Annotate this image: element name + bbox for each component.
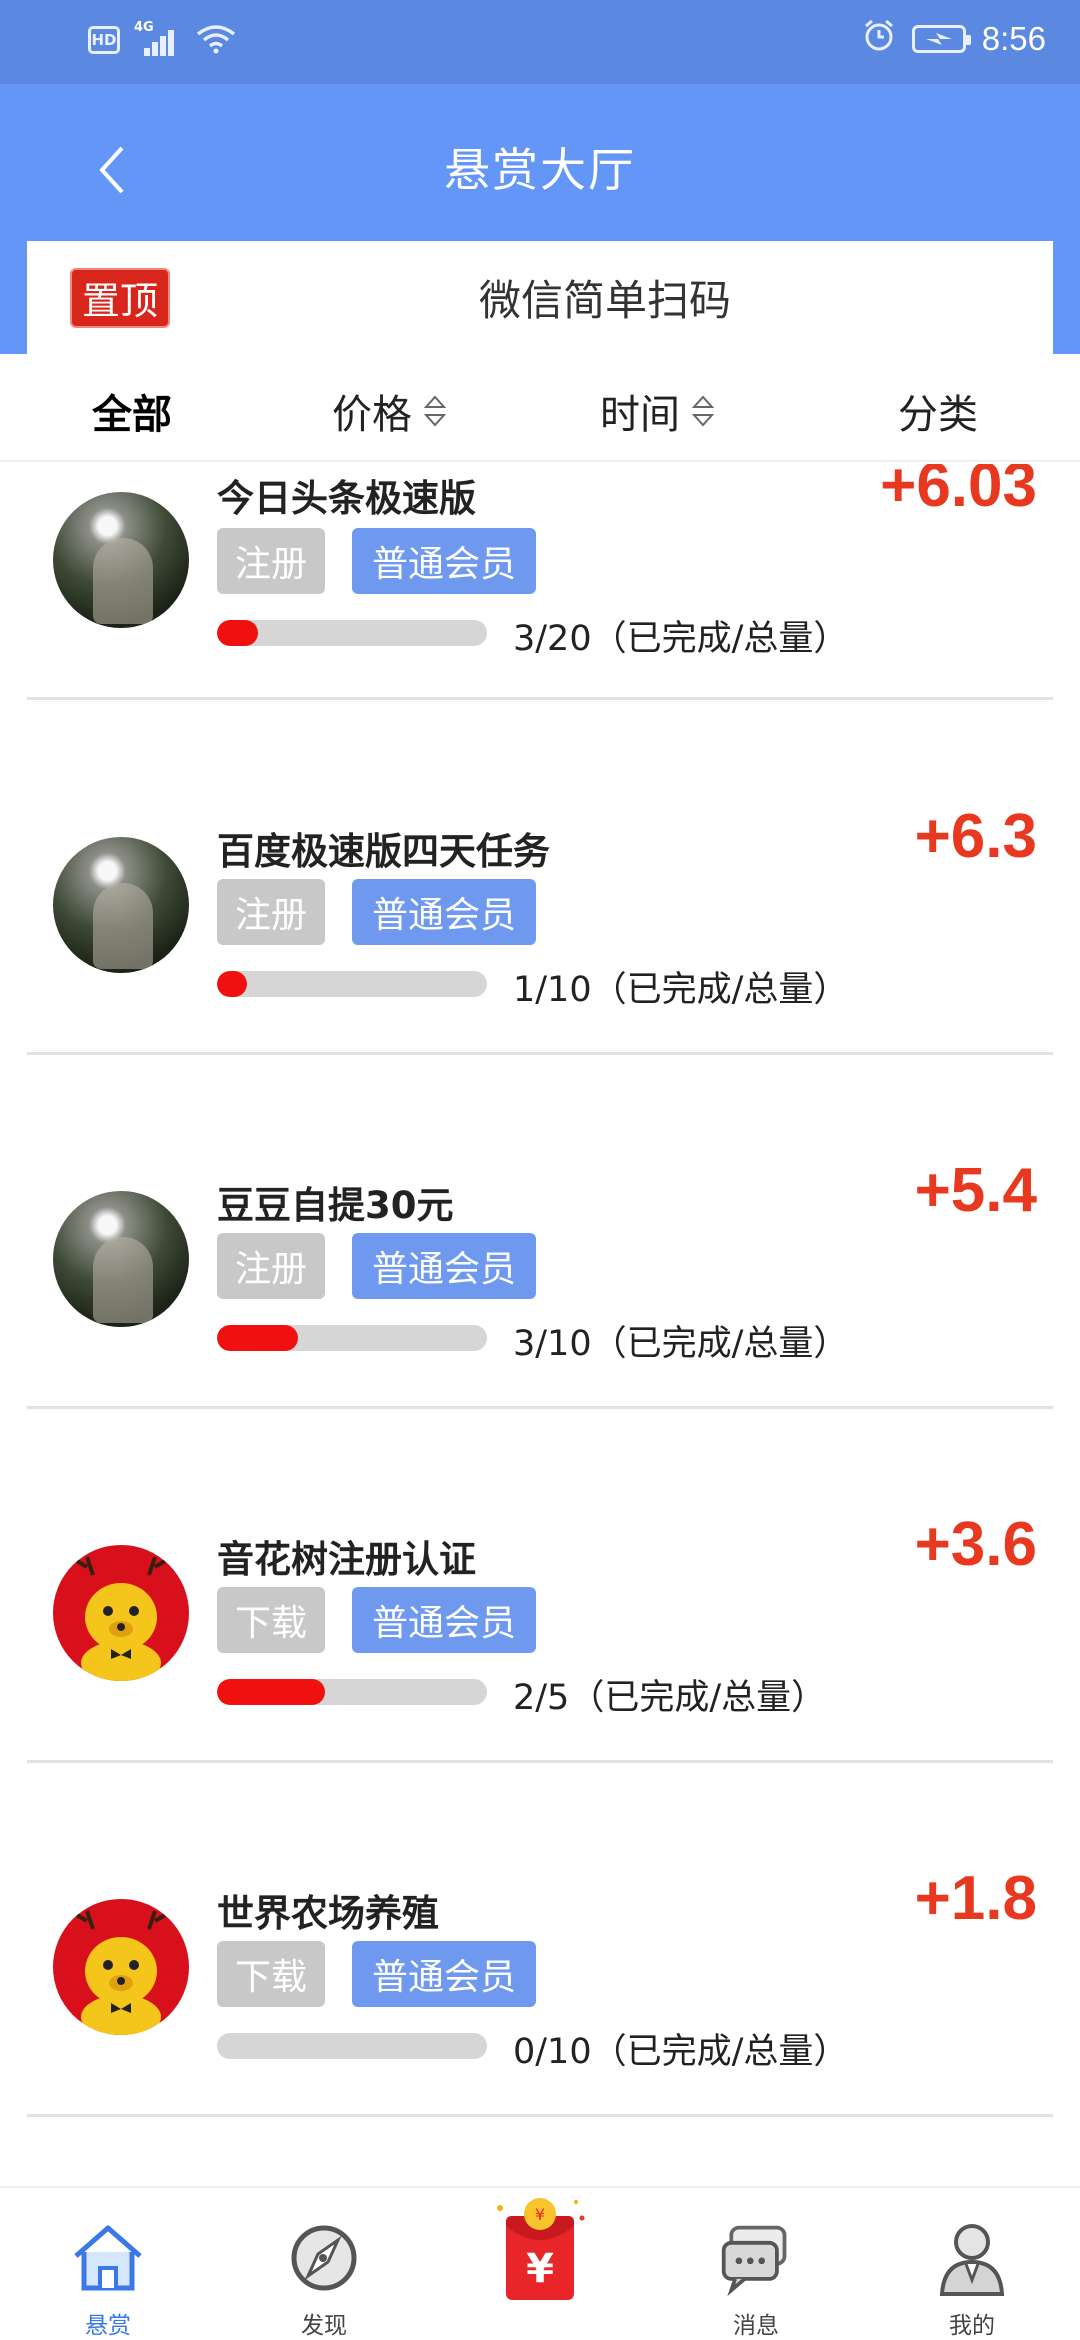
- header: 悬赏大厅 置顶 微信简单扫码: [0, 84, 1080, 354]
- progress-bar: [217, 1679, 487, 1705]
- nav-label: 消息: [733, 2313, 779, 2339]
- tab-label: 分类: [898, 392, 978, 438]
- sort-icon: [424, 395, 446, 427]
- progress-fill: [217, 971, 247, 997]
- pinned-task-title: 微信简单扫码: [478, 276, 731, 325]
- nav-label: 发现: [301, 2313, 347, 2339]
- hd-icon: HD: [88, 26, 120, 54]
- task-type-tag: 下载: [217, 1587, 325, 1653]
- nav-label: 我的: [949, 2313, 995, 2339]
- status-time: 8:56: [981, 20, 1046, 57]
- progress-bar: [217, 2033, 487, 2059]
- tab-all[interactable]: 全部: [92, 382, 172, 440]
- task-list: 今日头条极速版 +6.03 注册 普通会员 3/20（已完成/总量） 百度极速版…: [0, 464, 1080, 2184]
- deer-avatar: [53, 1545, 189, 1681]
- svg-text:¥: ¥: [526, 2246, 554, 2292]
- task-card[interactable]: 音花树注册认证 +3.6 下载 普通会员 2/5（已完成/总量）: [27, 1409, 1053, 1763]
- progress-bar: [217, 620, 487, 646]
- task-reward: +1.8: [914, 1864, 1037, 1933]
- task-type-tag: 注册: [217, 879, 325, 945]
- progress-text: 0/10（已完成/总量）: [513, 2032, 849, 2072]
- task-title: 百度极速版四天任务: [217, 830, 550, 873]
- deer-avatar: [53, 1899, 189, 2035]
- progress-text: 3/10（已完成/总量）: [513, 1324, 849, 1364]
- task-title: 音花树注册认证: [217, 1538, 476, 1581]
- pinned-task-banner[interactable]: 置顶 微信简单扫码: [27, 241, 1053, 354]
- user-icon: [934, 2220, 1010, 2296]
- tab-label: 全部: [92, 392, 172, 438]
- task-type-tag: 注册: [217, 1233, 325, 1299]
- progress-bar: [217, 1325, 487, 1351]
- wifi-icon: [196, 22, 236, 58]
- progress-text: 1/10（已完成/总量）: [513, 970, 849, 1010]
- task-title: 今日头条极速版: [217, 477, 476, 520]
- cell-signal-icon: 4G: [134, 20, 182, 58]
- page-title: 悬赏大厅: [444, 144, 636, 196]
- red-envelope-icon: ¥ ¥: [497, 2198, 585, 2300]
- status-right: 8:56: [862, 18, 1046, 60]
- task-type-tag: 下载: [217, 1941, 325, 2007]
- member-level-tag: 普通会员: [352, 528, 536, 594]
- chat-icon: [718, 2220, 794, 2296]
- task-card[interactable]: 百度极速版四天任务 +6.3 注册 普通会员 1/10（已完成/总量）: [27, 701, 1053, 1055]
- nav-mine[interactable]: 我的: [864, 2188, 1080, 2340]
- member-level-tag: 普通会员: [352, 1233, 536, 1299]
- tab-label: 时间: [600, 392, 680, 438]
- nav-discover[interactable]: 发现: [216, 2188, 432, 2340]
- alarm-icon: [862, 18, 896, 60]
- task-card[interactable]: 今日头条极速版 +6.03 注册 普通会员 3/20（已完成/总量）: [27, 464, 1053, 700]
- task-reward: +5.4: [914, 1156, 1037, 1225]
- tab-category[interactable]: 分类: [898, 382, 978, 440]
- task-card[interactable]: 豆豆自提30元 +5.4 注册 普通会员 3/10（已完成/总量）: [27, 1055, 1053, 1409]
- photo-avatar: [53, 1191, 189, 1327]
- task-card[interactable]: 世界农场养殖 +1.8 下载 普通会员 0/10（已完成/总量）: [27, 1763, 1053, 2117]
- photo-avatar: [53, 837, 189, 973]
- nav-label: 悬赏: [85, 2313, 131, 2339]
- tab-label: 价格: [332, 392, 412, 438]
- red-envelope-button[interactable]: ¥ ¥: [490, 2196, 590, 2306]
- task-title: 世界农场养殖: [217, 1892, 439, 1935]
- progress-text: 2/5（已完成/总量）: [513, 1678, 827, 1718]
- tab-price[interactable]: 价格: [332, 382, 446, 440]
- task-reward: +3.6: [914, 1510, 1037, 1579]
- task-title: 豆豆自提30元: [217, 1184, 454, 1227]
- progress-fill: [217, 1325, 298, 1351]
- svg-text:¥: ¥: [535, 2205, 545, 2224]
- photo-avatar: [53, 492, 189, 628]
- home-icon: [70, 2220, 146, 2296]
- tab-time[interactable]: 时间: [600, 382, 714, 440]
- task-reward: +6.03: [880, 464, 1037, 520]
- progress-fill: [217, 620, 258, 646]
- nav-messages[interactable]: 消息: [648, 2188, 864, 2340]
- task-type-tag: 注册: [217, 528, 325, 594]
- compass-icon: [286, 2220, 362, 2296]
- member-level-tag: 普通会员: [352, 879, 536, 945]
- member-level-tag: 普通会员: [352, 1941, 536, 2007]
- status-left: HD 4G: [88, 20, 236, 58]
- nav-bounty[interactable]: 悬赏: [0, 2188, 216, 2340]
- progress-fill: [217, 1679, 325, 1705]
- task-reward: +6.3: [914, 802, 1037, 871]
- progress-text: 3/20（已完成/总量）: [513, 619, 849, 659]
- battery-icon: [911, 25, 971, 53]
- status-bar: HD 4G 8:56: [0, 0, 1080, 84]
- progress-bar: [217, 971, 487, 997]
- sort-icon: [692, 395, 714, 427]
- member-level-tag: 普通会员: [352, 1587, 536, 1653]
- filter-tabs: 全部 价格 时间 分类: [0, 354, 1080, 462]
